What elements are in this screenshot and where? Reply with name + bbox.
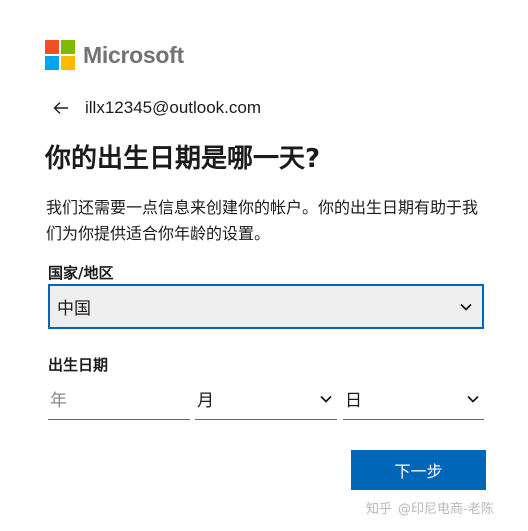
- logo-square-red: [45, 40, 59, 54]
- next-button[interactable]: 下一步: [351, 450, 486, 490]
- birth-year-input[interactable]: 年: [48, 378, 190, 420]
- country-label: 国家/地区: [48, 264, 114, 282]
- birth-day-select[interactable]: 日: [343, 378, 484, 420]
- birth-year-placeholder: 年: [50, 391, 67, 411]
- watermark-site: 知乎: [366, 502, 393, 517]
- country-selected-value: 中国: [57, 299, 91, 319]
- logo-square-green: [61, 40, 75, 54]
- identity-banner: illx12345@outlook.com: [51, 96, 261, 120]
- birthdate-label: 出生日期: [48, 356, 109, 374]
- brand-name: Microsoft: [83, 41, 184, 68]
- birth-day-value: 日: [345, 391, 362, 411]
- logo-square-blue: [45, 56, 59, 70]
- country-select[interactable]: 中国: [48, 284, 484, 329]
- watermark: 知乎 @印尼电商-老陈: [366, 498, 498, 517]
- arrow-left-icon[interactable]: [51, 98, 71, 118]
- page-title: 你的出生日期是哪一天?: [45, 144, 321, 174]
- microsoft-logo: Microsoft: [45, 40, 184, 70]
- account-email: illx12345@outlook.com: [85, 98, 262, 117]
- microsoft-logo-icon: [45, 40, 75, 70]
- chevron-down-icon: [320, 395, 332, 403]
- watermark-author: @印尼电商-老陈: [398, 502, 494, 517]
- chevron-down-icon: [467, 395, 479, 403]
- logo-square-yellow: [61, 56, 75, 70]
- birth-month-value: 月: [197, 391, 214, 411]
- chevron-down-icon: [460, 303, 472, 311]
- birth-month-select[interactable]: 月: [195, 378, 337, 420]
- page-description: 我们还需要一点信息来创建你的帐户。你的出生日期有助于我们为你提供适合你年龄的设置…: [46, 198, 479, 243]
